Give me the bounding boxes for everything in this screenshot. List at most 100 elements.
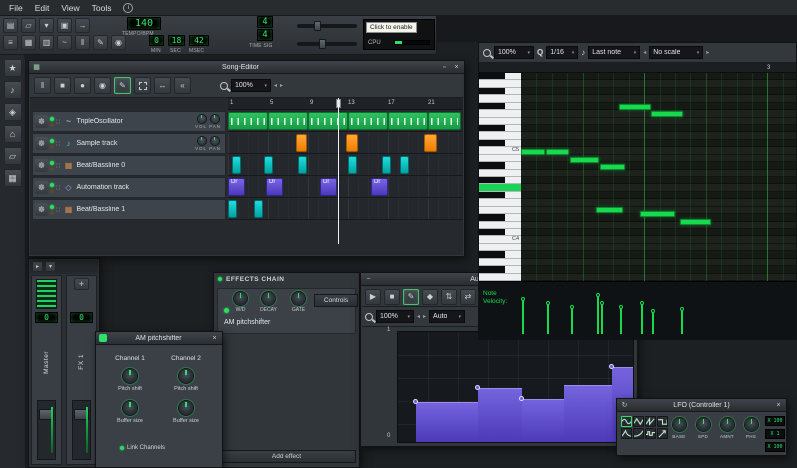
- triangle-wave-button[interactable]: [633, 416, 644, 427]
- open-project-icon[interactable]: ▱: [21, 18, 36, 33]
- song-timeline[interactable]: 1 5 9 13 17 21: [228, 98, 463, 110]
- mute-led[interactable]: [50, 182, 54, 187]
- white-key[interactable]: [479, 169, 521, 177]
- track-gear-icon[interactable]: ☸: [35, 159, 48, 172]
- instruments-icon[interactable]: ★: [3, 59, 22, 77]
- piano-keyboard[interactable]: C5 C4: [479, 73, 521, 281]
- midi-note[interactable]: [651, 111, 683, 117]
- midi-note[interactable]: [546, 149, 569, 155]
- white-key[interactable]: [479, 117, 521, 125]
- timesig-numerator[interactable]: 4: [257, 16, 273, 28]
- menu-file[interactable]: File: [3, 3, 29, 13]
- effect-slot[interactable]: W/D DECAY GATE Controls AM pitchshifter: [217, 288, 358, 334]
- channel-fader[interactable]: [72, 400, 91, 460]
- spin-left-icon[interactable]: ◂: [417, 313, 420, 320]
- root-folder-icon[interactable]: ▱: [3, 147, 22, 165]
- stop-button[interactable]: ■: [384, 288, 400, 305]
- save-project-icon[interactable]: ▣: [57, 18, 72, 33]
- black-key[interactable]: [479, 162, 521, 170]
- track-lane[interactable]: [228, 111, 463, 132]
- midi-note[interactable]: [600, 164, 625, 170]
- velocity-line[interactable]: [600, 301, 604, 334]
- erase-mode-button[interactable]: ◆: [422, 288, 438, 305]
- random-wave-button[interactable]: [645, 428, 656, 439]
- solo-led[interactable]: [50, 122, 54, 127]
- midi-note[interactable]: [521, 149, 545, 155]
- close-button[interactable]: ×: [452, 63, 461, 72]
- black-key[interactable]: [479, 251, 521, 259]
- export-project-icon[interactable]: →: [75, 18, 90, 33]
- progression-select[interactable]: Auto ▾: [429, 310, 466, 323]
- white-key[interactable]: [479, 243, 521, 252]
- draw-mode-button[interactable]: ✎: [403, 288, 419, 305]
- volume-knob[interactable]: [197, 136, 206, 145]
- menu-edit[interactable]: Edit: [29, 3, 56, 13]
- pitch-shift-knob[interactable]: [123, 369, 137, 383]
- quantize-select[interactable]: 1/16 ▾: [546, 46, 579, 59]
- spin-right-icon[interactable]: ▸: [706, 49, 709, 56]
- multiplier-display[interactable]: X 100: [765, 442, 785, 452]
- zoom-select[interactable]: 100% ▾: [494, 46, 534, 59]
- back-to-start-button[interactable]: «: [174, 77, 191, 94]
- track-grip[interactable]: ∷: [56, 206, 60, 214]
- pattern-clip[interactable]: [228, 112, 268, 130]
- edit-mode-button[interactable]: [134, 77, 151, 94]
- moog-saw-wave-button[interactable]: [621, 428, 632, 439]
- automation-clip[interactable]: Dr: [228, 178, 245, 196]
- spin-right-icon[interactable]: ▸: [280, 82, 283, 89]
- mute-led[interactable]: [50, 160, 54, 165]
- master-pitch-slider[interactable]: [297, 39, 357, 49]
- automation-point[interactable]: [475, 385, 480, 390]
- maximize-button[interactable]: ▫: [440, 63, 449, 72]
- track-leds[interactable]: [50, 204, 54, 215]
- home-icon[interactable]: ⌂: [3, 125, 22, 143]
- phs-knob[interactable]: [745, 418, 758, 431]
- white-key[interactable]: [479, 154, 521, 163]
- midi-note[interactable]: [680, 219, 711, 225]
- black-key[interactable]: [479, 229, 521, 237]
- automation-grid[interactable]: [397, 331, 634, 443]
- scale-select[interactable]: No scale ▾: [649, 46, 704, 59]
- bb-clip[interactable]: [232, 156, 241, 174]
- spin-left-icon[interactable]: ◂: [643, 49, 646, 56]
- white-key[interactable]: [479, 221, 521, 229]
- track-grip[interactable]: ∷: [56, 118, 60, 126]
- solo-led[interactable]: [50, 188, 54, 193]
- zoom-select[interactable]: 100% ▾: [231, 79, 271, 92]
- track-gear-icon[interactable]: ☸: [35, 203, 48, 216]
- menu-view[interactable]: View: [55, 3, 85, 13]
- white-key[interactable]: C5: [479, 147, 521, 155]
- mixer-toolbar-icon[interactable]: ▾: [45, 261, 56, 272]
- multiplier-display[interactable]: X 100: [765, 416, 785, 426]
- velocity-line[interactable]: [640, 301, 644, 334]
- automation-point[interactable]: [413, 399, 418, 404]
- channel-fader[interactable]: [37, 400, 56, 460]
- automation-step[interactable]: [522, 399, 564, 442]
- chain-enabled-led[interactable]: [218, 277, 222, 281]
- buffer-size-knob[interactable]: [179, 401, 193, 415]
- song-editor-icon[interactable]: ≡: [3, 35, 18, 50]
- automation-clip[interactable]: Dr: [266, 178, 283, 196]
- automation-clip[interactable]: Dr: [320, 178, 337, 196]
- mixer-channel[interactable]: +0 FX 1: [66, 275, 97, 465]
- midi-note[interactable]: [640, 211, 675, 217]
- spin-left-icon[interactable]: ◂: [274, 82, 277, 89]
- velocity-line[interactable]: [521, 297, 525, 334]
- mixer-channel[interactable]: 0 Master: [31, 275, 62, 465]
- record-accompany-button[interactable]: ◉: [94, 77, 111, 94]
- black-key[interactable]: [479, 139, 521, 148]
- channel-lcd[interactable]: 0: [70, 312, 93, 323]
- track-gear-icon[interactable]: ☸: [35, 115, 48, 128]
- pattern-clip[interactable]: [428, 112, 461, 130]
- link-led[interactable]: [120, 446, 124, 450]
- black-key[interactable]: [479, 214, 521, 222]
- velocity-line[interactable]: [546, 301, 550, 334]
- automation-clip[interactable]: Dr: [371, 178, 388, 196]
- gate-knob[interactable]: [292, 292, 305, 305]
- note-grid[interactable]: [521, 73, 796, 281]
- add-channel-button[interactable]: +: [74, 278, 89, 290]
- track-leds[interactable]: [50, 138, 54, 149]
- tempo-display[interactable]: 140: [127, 17, 161, 30]
- info-icon[interactable]: i: [123, 2, 134, 13]
- menu-tools[interactable]: Tools: [86, 3, 118, 13]
